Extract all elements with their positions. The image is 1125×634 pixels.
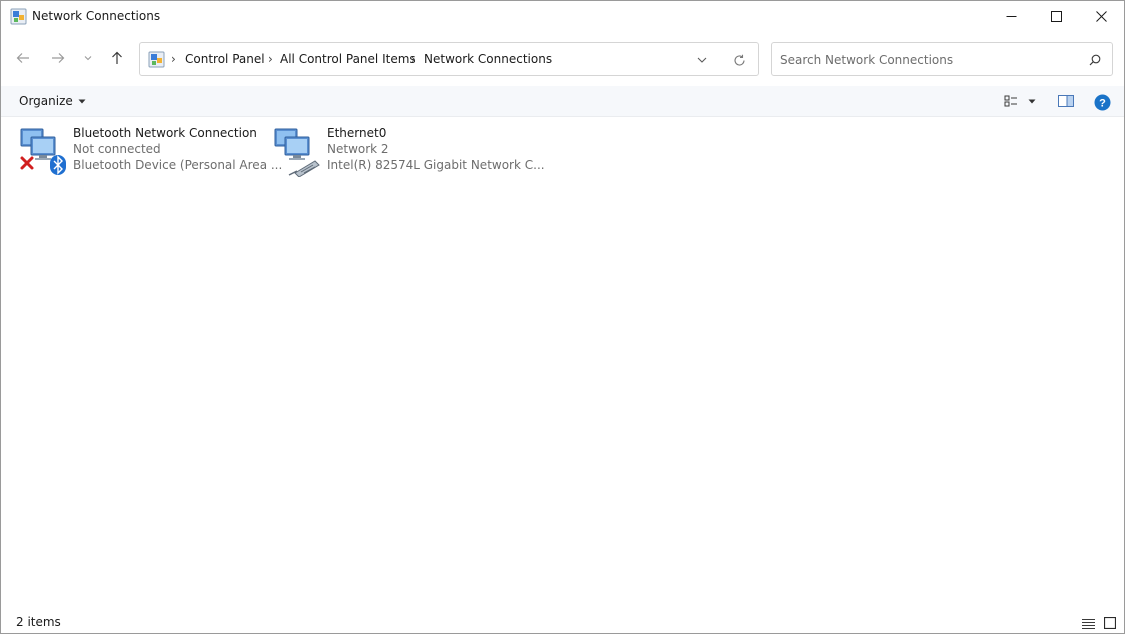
arrow-up-icon (112, 51, 122, 64)
caret-down-icon (1028, 99, 1036, 103)
breadcrumb-control-panel[interactable]: Control Panel (185, 52, 265, 66)
details-view-button[interactable] (1079, 614, 1097, 632)
search-button[interactable] (1086, 51, 1104, 69)
recent-locations-button[interactable] (77, 46, 99, 70)
breadcrumb-all-control-panel-items[interactable]: All Control Panel Items (280, 52, 416, 66)
connection-item-bluetooth[interactable]: Bluetooth Network Connection Not connect… (15, 123, 282, 181)
bluetooth-icon (50, 155, 66, 175)
search-box[interactable] (771, 42, 1113, 76)
breadcrumb-network-connections[interactable]: Network Connections (424, 52, 552, 66)
svg-text:?: ? (1099, 97, 1106, 109)
connections-list: Bluetooth Network Connection Not connect… (1, 118, 1124, 603)
arrow-left-icon (16, 53, 29, 63)
change-view-icon (1004, 95, 1017, 107)
window-title: Network Connections (32, 9, 161, 23)
change-view-button[interactable] (1001, 91, 1045, 111)
refresh-icon (733, 54, 745, 66)
forward-button[interactable] (46, 46, 70, 70)
connection-status: Not connected (73, 142, 161, 156)
preview-pane-icon (1058, 95, 1074, 107)
chevron-down-icon (697, 57, 707, 63)
up-button[interactable] (105, 46, 129, 70)
organize-label: Organize (19, 94, 73, 108)
minimize-icon (1006, 16, 1016, 17)
ethernet-network-icon (274, 128, 320, 177)
maximize-button[interactable] (1033, 1, 1079, 32)
search-input[interactable] (780, 51, 1080, 69)
details-view-icon (1081, 618, 1095, 629)
search-icon (1089, 54, 1101, 66)
command-bar: Organize ? (1, 86, 1124, 117)
bluetooth-network-icon (20, 128, 66, 175)
status-bar: 2 items (1, 609, 1124, 633)
close-icon (1095, 11, 1107, 22)
address-bar[interactable]: › Control Panel › All Control Panel Item… (139, 42, 759, 76)
arrow-right-icon (52, 53, 65, 63)
help-button[interactable]: ? (1091, 91, 1113, 113)
network-connections-icon (10, 8, 27, 25)
breadcrumb-separator[interactable]: › (268, 52, 273, 66)
preview-pane-button[interactable] (1054, 91, 1078, 111)
large-icons-view-button[interactable] (1101, 614, 1119, 632)
connection-device: Intel(R) 82574L Gigabit Network C... (327, 158, 545, 172)
connection-name: Bluetooth Network Connection (73, 126, 257, 140)
large-icons-view-icon (1104, 617, 1116, 629)
back-button[interactable] (11, 46, 35, 70)
control-panel-icon (148, 51, 165, 68)
connection-device: Bluetooth Device (Personal Area ... (73, 158, 283, 172)
item-count: 2 items (16, 615, 61, 629)
close-button[interactable] (1078, 1, 1124, 32)
refresh-button[interactable] (729, 51, 749, 69)
help-icon: ? (1094, 94, 1110, 110)
disconnected-x-icon (20, 156, 34, 170)
address-history-button[interactable] (693, 51, 711, 69)
navigation-bar: › Control Panel › All Control Panel Item… (1, 32, 1124, 86)
breadcrumb-separator[interactable]: › (411, 52, 416, 66)
network-cable-icon (288, 160, 320, 177)
connection-name: Ethernet0 (327, 126, 387, 140)
connection-item-ethernet[interactable]: Ethernet0 Network 2 Intel(R) 82574L Giga… (269, 123, 545, 181)
minimize-button[interactable] (988, 1, 1034, 32)
breadcrumb-separator[interactable]: › (171, 52, 176, 66)
connection-status: Network 2 (327, 142, 389, 156)
maximize-icon (1050, 11, 1062, 22)
network-connections-window: Network Connections › Control Panel › Al… (0, 0, 1125, 634)
chevron-down-icon (84, 56, 92, 61)
title-bar: Network Connections (1, 1, 1124, 32)
caret-down-icon (78, 99, 86, 103)
organize-button[interactable]: Organize (11, 91, 94, 111)
